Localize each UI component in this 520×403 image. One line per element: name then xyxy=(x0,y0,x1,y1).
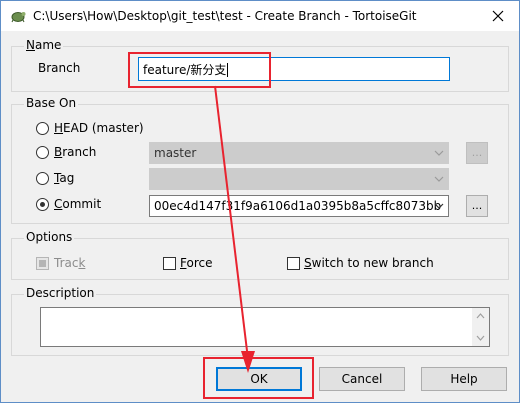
name-group-label: Name xyxy=(24,38,64,52)
force-checkbox[interactable] xyxy=(163,257,176,270)
branch-name-value: feature/新分支 xyxy=(143,63,227,77)
switch-branch-checkbox[interactable] xyxy=(287,257,300,270)
track-checkbox[interactable] xyxy=(36,257,49,270)
branch-radio[interactable] xyxy=(36,146,49,159)
switch-branch-checkbox-label[interactable]: Switch to new branch xyxy=(304,256,434,270)
scroll-up-icon[interactable] xyxy=(476,313,485,319)
cancel-button[interactable]: Cancel xyxy=(319,367,405,391)
tag-radio-label[interactable]: Tag xyxy=(54,171,74,185)
force-checkbox-label[interactable]: Force xyxy=(180,256,212,270)
head-radio-label[interactable]: HEAD (master) xyxy=(54,121,144,135)
branch-name-input[interactable]: feature/新分支 xyxy=(138,57,450,81)
commit-select-value: 00ec4d147f31f9a6106d1a0395b8a5cffc8073bb xyxy=(154,199,442,213)
branch-browse-button[interactable]: ... xyxy=(466,142,488,164)
tortoisegit-icon xyxy=(11,12,26,23)
close-icon xyxy=(492,10,504,22)
scroll-down-icon[interactable] xyxy=(476,335,485,341)
ok-button[interactable]: OK xyxy=(216,367,302,391)
create-branch-dialog: C:\Users\How\Desktop\git_test\test - Cre… xyxy=(0,0,520,403)
close-button[interactable] xyxy=(483,3,513,29)
track-checkbox-label: Track xyxy=(54,256,86,270)
description-group-label: Description xyxy=(24,286,97,300)
title-bar: C:\Users\How\Desktop\git_test\test - Cre… xyxy=(1,1,519,31)
commit-radio-label[interactable]: Commit xyxy=(54,197,101,211)
chevron-down-icon xyxy=(434,176,444,182)
head-radio[interactable] xyxy=(36,122,49,135)
name-group: Name Branch feature/新分支 xyxy=(11,38,509,92)
description-scrollbar[interactable] xyxy=(472,308,489,346)
commit-browse-button[interactable]: ... xyxy=(466,195,488,217)
base-on-group-label: Base On xyxy=(24,96,79,110)
chevron-down-icon xyxy=(434,150,444,156)
help-button[interactable]: Help xyxy=(421,367,507,391)
branch-select-value: master xyxy=(154,146,197,160)
window-title: C:\Users\How\Desktop\git_test\test - Cre… xyxy=(33,9,417,23)
base-on-group: Base On HEAD (master) Branch master ... … xyxy=(11,96,509,224)
chevron-down-icon xyxy=(434,203,444,209)
description-input[interactable] xyxy=(40,307,490,347)
tag-radio[interactable] xyxy=(36,172,49,185)
commit-radio[interactable] xyxy=(36,198,49,211)
commit-select[interactable]: 00ec4d147f31f9a6106d1a0395b8a5cffc8073bb xyxy=(149,195,449,217)
tag-select[interactable] xyxy=(149,168,449,190)
options-group: Options Track Force Switch to new branch xyxy=(11,230,509,280)
branch-name-label: Branch xyxy=(38,61,81,75)
branch-select[interactable]: master xyxy=(149,142,449,164)
options-group-label: Options xyxy=(24,230,75,244)
description-group: Description xyxy=(11,286,509,356)
branch-radio-label[interactable]: Branch xyxy=(54,145,96,159)
